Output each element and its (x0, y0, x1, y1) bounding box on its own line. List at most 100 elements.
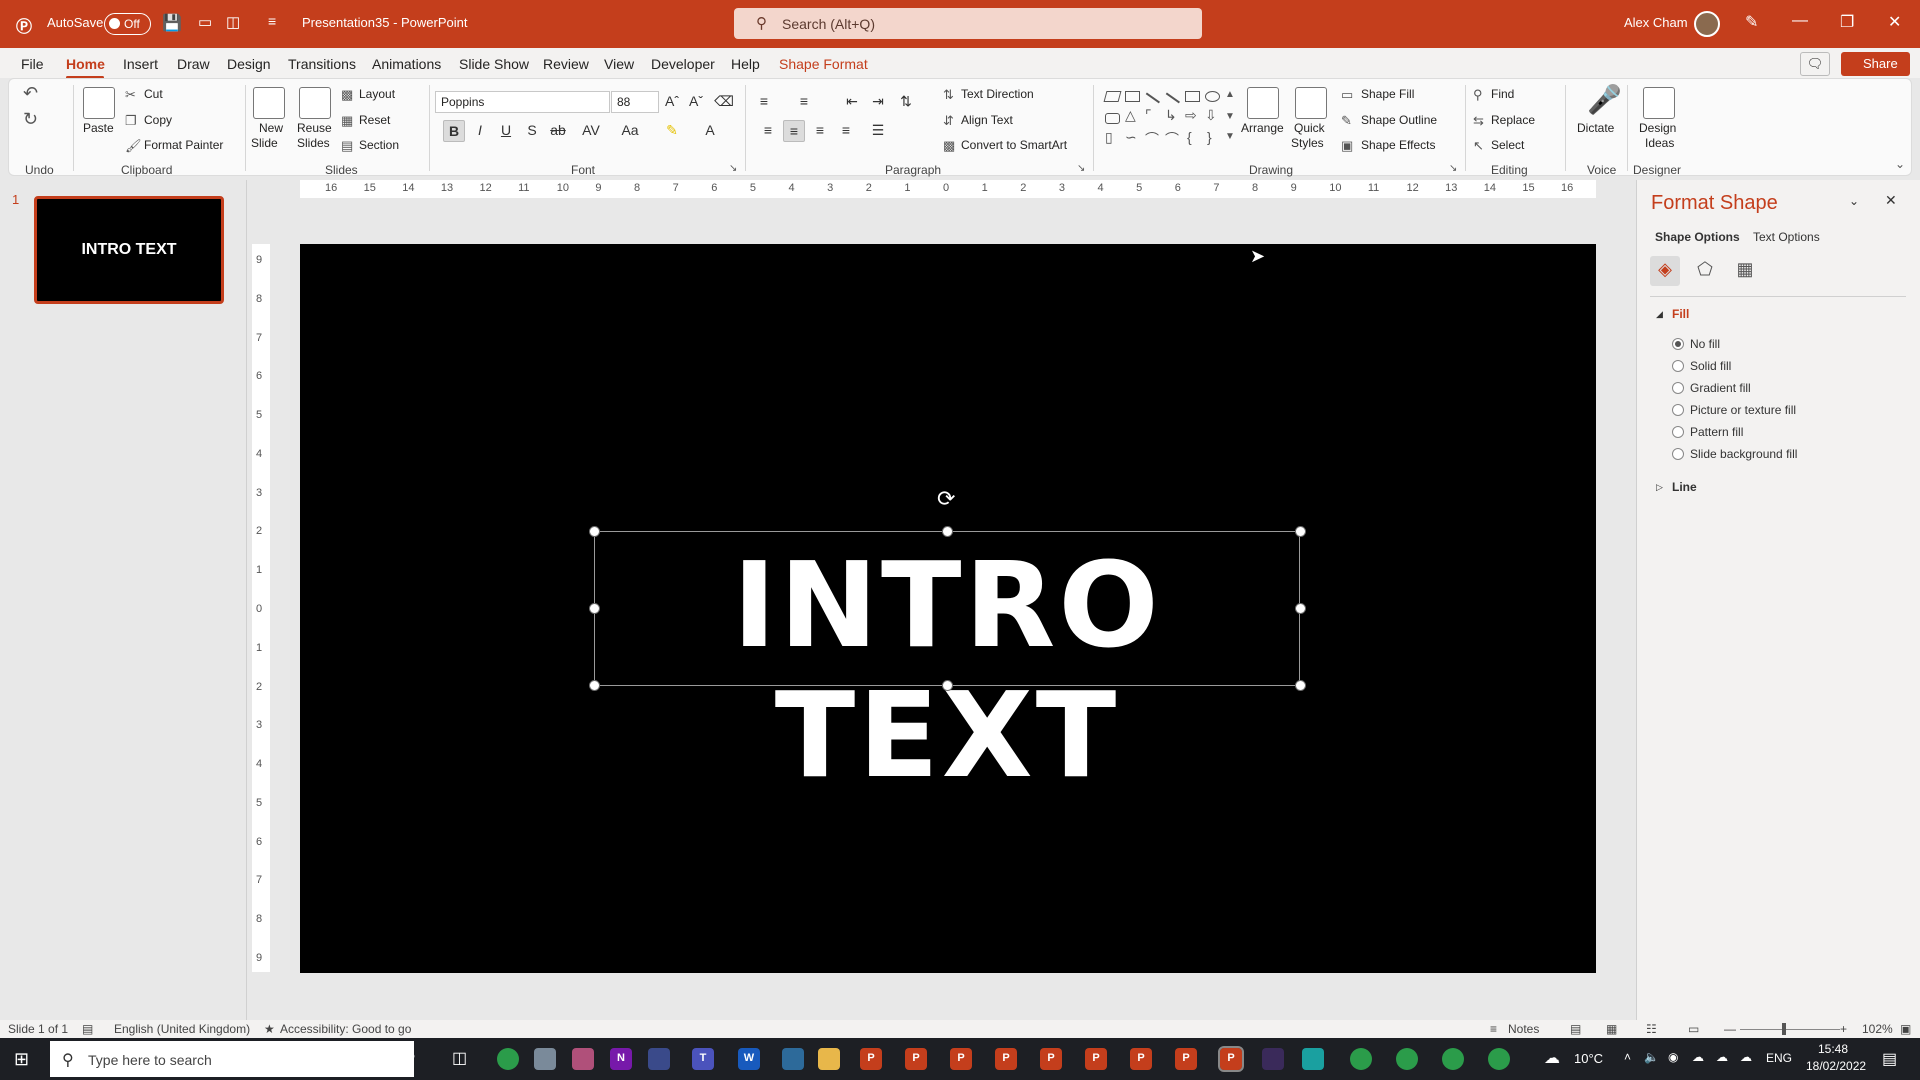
new-slide-button-line2[interactable]: Slide (251, 136, 278, 150)
app-icon[interactable] (648, 1048, 670, 1070)
curve-shape-icon[interactable]: ⌒ (1145, 129, 1159, 149)
powerpoint-icon[interactable]: P (995, 1048, 1017, 1070)
reuse-slides-icon[interactable] (299, 87, 331, 119)
font-size-select[interactable]: 88 (611, 91, 659, 113)
onedrive-icon[interactable]: ☁ (1692, 1050, 1704, 1064)
rounded-rect-shape-icon[interactable] (1105, 113, 1120, 124)
arrow-shape-icon[interactable] (1166, 92, 1180, 103)
chrome-icon[interactable] (1396, 1048, 1418, 1070)
app-icon[interactable] (1302, 1048, 1324, 1070)
comments-button[interactable]: 🗨 (1800, 52, 1830, 76)
resize-handle[interactable] (589, 526, 600, 537)
clock-date[interactable]: 18/02/2022 (1806, 1059, 1866, 1073)
dialog-launcher-icon[interactable]: ↘ (1449, 163, 1457, 174)
chrome-icon[interactable] (1488, 1048, 1510, 1070)
tab-file[interactable]: File (21, 56, 44, 72)
powerpoint-icon[interactable]: P (905, 1048, 927, 1070)
fit-slide-icon[interactable]: ▣ (1900, 1022, 1911, 1036)
gallery-more-icon[interactable]: ▼ (1225, 131, 1235, 142)
replace-button[interactable]: Replace (1491, 113, 1535, 127)
highlight-icon[interactable]: ✎ (661, 120, 683, 142)
powerpoint-icon[interactable]: P (1040, 1048, 1062, 1070)
layout-button[interactable]: Layout (359, 87, 395, 101)
arrange-button[interactable]: Arrange (1241, 121, 1284, 135)
collapse-ribbon-icon[interactable]: ⌄ (1895, 157, 1905, 171)
zoom-in-icon[interactable]: + (1840, 1022, 1847, 1036)
zoom-slider[interactable] (1740, 1029, 1840, 1030)
arrange-icon[interactable] (1247, 87, 1279, 119)
tab-insert[interactable]: Insert (123, 56, 158, 72)
normal-view-icon[interactable]: ▤ (1570, 1022, 1581, 1036)
oval-shape-icon[interactable] (1205, 91, 1220, 102)
tab-review[interactable]: Review (543, 56, 589, 72)
share-button[interactable]: Share (1841, 52, 1910, 76)
network-icon[interactable]: ◉ (1668, 1050, 1678, 1064)
pattern-fill-label[interactable]: Pattern fill (1690, 425, 1743, 439)
clear-formatting-icon[interactable]: ⌫ (713, 91, 735, 113)
format-painter-button[interactable]: Format Painter (144, 138, 223, 152)
tab-help[interactable]: Help (731, 56, 760, 72)
reset-button[interactable]: Reset (359, 113, 390, 127)
design-ideas-button-line2[interactable]: Ideas (1645, 136, 1674, 150)
line-section-header[interactable]: Line (1672, 480, 1697, 494)
undo-icon[interactable]: ↶ (23, 83, 38, 104)
slide-sorter-icon[interactable]: ▦ (1606, 1022, 1617, 1036)
task-view-icon[interactable]: ◫ (452, 1048, 467, 1068)
numbering-icon[interactable]: ≡ (793, 91, 815, 113)
convert-smartart-button[interactable]: Convert to SmartArt (961, 138, 1067, 152)
spellcheck-icon[interactable]: ▤ (82, 1022, 93, 1036)
zoom-out-icon[interactable]: — (1724, 1022, 1736, 1036)
line-shape-icon[interactable] (1146, 92, 1160, 103)
resize-handle[interactable] (1295, 526, 1306, 537)
collapse-fill-icon[interactable]: ◢ (1656, 309, 1663, 320)
text-direction-button[interactable]: Text Direction (961, 87, 1034, 101)
expand-line-icon[interactable]: ▷ (1656, 482, 1663, 493)
tab-transitions[interactable]: Transitions (288, 56, 356, 72)
avatar[interactable] (1694, 11, 1720, 37)
slide-background-fill-radio[interactable] (1672, 448, 1684, 460)
columns-icon[interactable]: ☰ (867, 120, 889, 142)
underline-button[interactable]: U (495, 120, 517, 142)
powerpoint-icon[interactable]: P (1130, 1048, 1152, 1070)
dialog-launcher-icon[interactable]: ↘ (1077, 163, 1085, 174)
quick-styles-button[interactable]: Quick (1294, 121, 1325, 135)
align-text-button[interactable]: Align Text (961, 113, 1013, 127)
reuse-slides-button-line2[interactable]: Slides (297, 136, 330, 150)
quick-styles-button-line2[interactable]: Styles (1291, 136, 1324, 150)
parallelogram-shape-icon[interactable] (1103, 91, 1122, 102)
windows-start-icon[interactable]: ⊞ (14, 1049, 29, 1070)
minimize-icon[interactable]: — (1792, 12, 1808, 30)
powerpoint-icon[interactable]: P (860, 1048, 882, 1070)
taskbar-search[interactable]: ⚲ Type here to search (50, 1041, 414, 1077)
app-icon[interactable] (572, 1048, 594, 1070)
cortana-icon[interactable]: ○ (406, 1048, 416, 1066)
copy-button[interactable]: Copy (144, 113, 172, 127)
resize-handle[interactable] (942, 680, 953, 691)
tab-draw[interactable]: Draw (177, 56, 210, 72)
triangle-shape-icon[interactable]: △ (1125, 107, 1136, 124)
align-right-icon[interactable]: ≡ (809, 120, 831, 142)
powerpoint-icon[interactable]: P (950, 1048, 972, 1070)
fill-section-header[interactable]: Fill (1672, 307, 1689, 321)
close-icon[interactable]: ✕ (1888, 12, 1901, 32)
onenote-icon[interactable]: N (610, 1048, 632, 1070)
paste-button[interactable]: Paste (83, 121, 114, 135)
app-icon[interactable] (782, 1048, 804, 1070)
rotate-handle-icon[interactable]: ⟳ (937, 486, 955, 512)
increase-indent-icon[interactable]: ⇥ (867, 91, 889, 113)
design-ideas-icon[interactable] (1643, 87, 1675, 119)
no-fill-radio[interactable] (1672, 338, 1684, 350)
shape-outline-button[interactable]: Shape Outline (1361, 113, 1437, 127)
pattern-fill-radio[interactable] (1672, 426, 1684, 438)
textbox-shape-icon[interactable] (1125, 91, 1140, 102)
align-left-icon[interactable]: ≡ (757, 120, 779, 142)
zoom-slider-thumb[interactable] (1782, 1023, 1786, 1035)
shadow-button[interactable]: S (521, 120, 543, 142)
weather-icon[interactable]: ☁ (1544, 1048, 1560, 1068)
customize-quick-access-icon[interactable]: ≡ (268, 13, 276, 29)
tab-developer[interactable]: Developer (651, 56, 715, 72)
app-icon[interactable] (1262, 1048, 1284, 1070)
dictate-button[interactable]: Dictate (1577, 121, 1614, 135)
slideshow-icon[interactable]: ▭ (1688, 1022, 1699, 1036)
dialog-launcher-icon[interactable]: ↘ (729, 163, 737, 174)
